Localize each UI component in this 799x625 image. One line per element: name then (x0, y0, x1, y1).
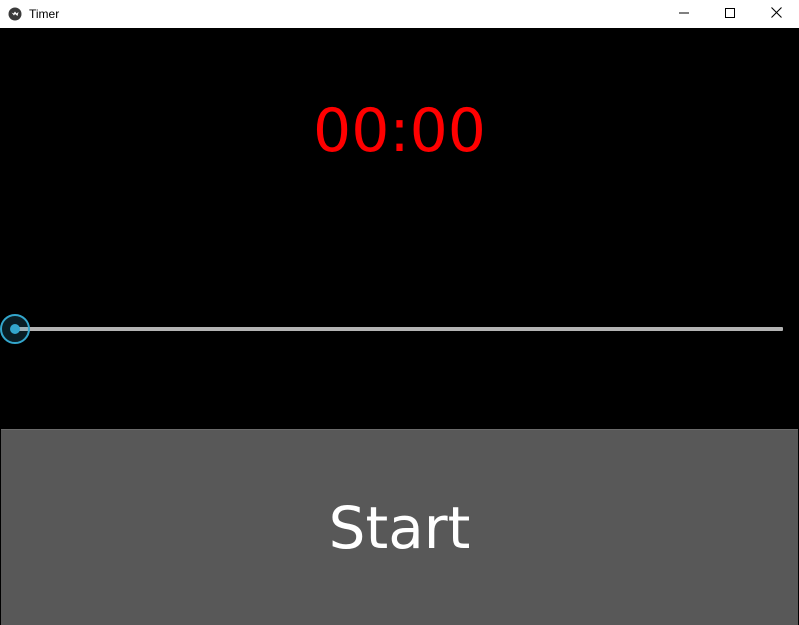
close-button[interactable] (753, 0, 799, 28)
maximize-icon (725, 5, 735, 23)
timer-window: Timer 00:00 Start (0, 0, 799, 625)
start-button[interactable]: Start (1, 429, 798, 625)
kivy-icon (8, 7, 22, 21)
minimize-button[interactable] (661, 0, 707, 28)
window-title: Timer (29, 7, 60, 21)
window-controls (661, 0, 799, 28)
duration-slider[interactable] (0, 313, 799, 345)
title-bar[interactable]: Timer (0, 0, 799, 28)
slider-track[interactable] (15, 327, 783, 331)
minimize-icon (679, 5, 689, 23)
maximize-button[interactable] (707, 0, 753, 28)
timer-content: 00:00 Start (0, 28, 799, 625)
slider-thumb[interactable] (0, 314, 30, 344)
close-icon (770, 5, 782, 23)
slider-thumb-dot (10, 324, 20, 334)
time-display: 00:00 (313, 96, 486, 166)
